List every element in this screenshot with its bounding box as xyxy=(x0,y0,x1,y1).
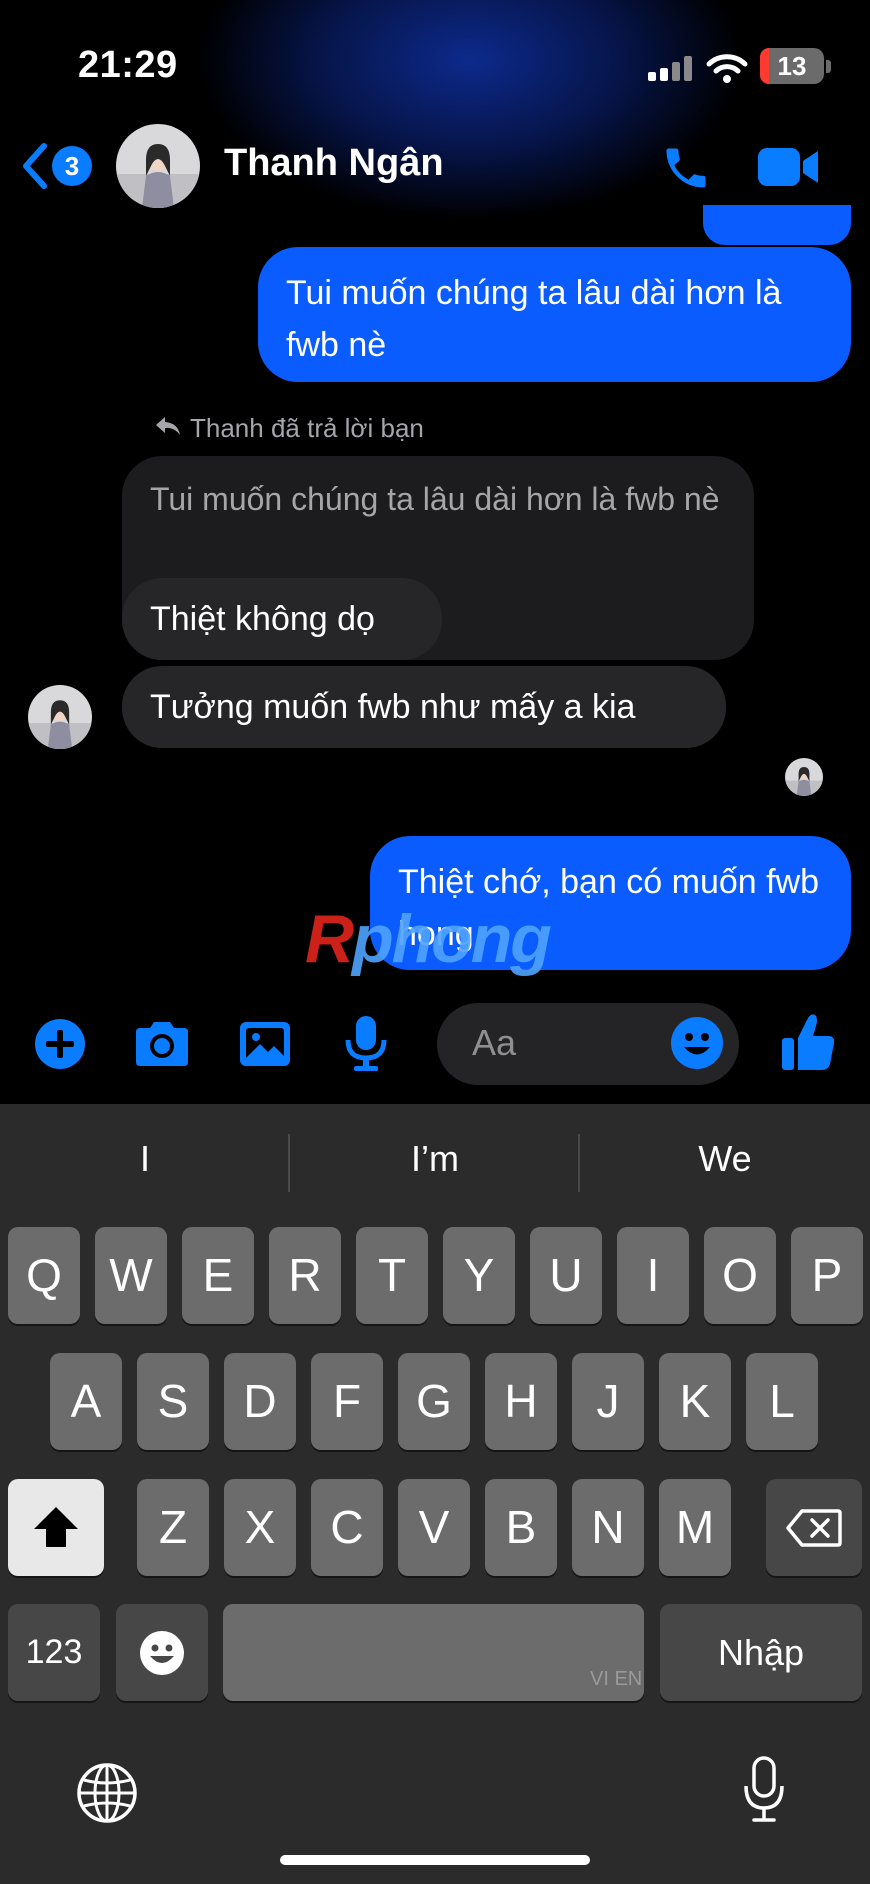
shift-key[interactable] xyxy=(8,1479,104,1576)
message-bubble-incoming[interactable]: Tưởng muốn fwb như mấy a kia xyxy=(122,666,726,748)
key-l[interactable]: L xyxy=(746,1353,818,1450)
key-y[interactable]: Y xyxy=(443,1227,515,1324)
unread-badge[interactable]: 3 xyxy=(52,146,92,186)
suggestion-2[interactable]: I’m xyxy=(315,1138,555,1180)
key-k[interactable]: K xyxy=(659,1353,731,1450)
key-s[interactable]: S xyxy=(137,1353,209,1450)
backspace-key[interactable] xyxy=(766,1479,862,1576)
message-input-placeholder[interactable]: Aa xyxy=(472,1022,516,1064)
key-x[interactable]: X xyxy=(224,1479,296,1576)
numbers-key[interactable]: 123 xyxy=(8,1604,100,1701)
key-d[interactable]: D xyxy=(224,1353,296,1450)
key-n[interactable]: N xyxy=(572,1479,644,1576)
key-j[interactable]: J xyxy=(572,1353,644,1450)
emoji-keyboard-icon xyxy=(140,1631,184,1675)
battery-nub xyxy=(826,60,831,73)
reply-arrow-icon xyxy=(156,417,180,435)
key-q[interactable]: Q xyxy=(8,1227,80,1324)
emoji-icon[interactable] xyxy=(670,1016,724,1070)
key-t[interactable]: T xyxy=(356,1227,428,1324)
thumbs-up-icon[interactable] xyxy=(780,1012,836,1072)
cellular-signal-icon xyxy=(648,56,692,81)
key-f[interactable]: F xyxy=(311,1353,383,1450)
back-chevron-icon[interactable] xyxy=(20,142,50,190)
globe-icon[interactable] xyxy=(76,1762,138,1824)
dictation-microphone-icon[interactable] xyxy=(742,1756,786,1824)
key-o[interactable]: O xyxy=(704,1227,776,1324)
previous-message-edge xyxy=(703,205,851,245)
contact-name[interactable]: Thanh Ngân xyxy=(224,142,444,185)
reply-note: Thanh đã trả lời bạn xyxy=(190,413,424,443)
key-z[interactable]: Z xyxy=(137,1479,209,1576)
key-e[interactable]: E xyxy=(182,1227,254,1324)
plus-icon[interactable] xyxy=(34,1018,86,1070)
message-bubble-incoming[interactable]: Thiệt không dọ xyxy=(122,578,442,660)
contact-avatar[interactable] xyxy=(116,124,200,208)
key-v[interactable]: V xyxy=(398,1479,470,1576)
backspace-icon xyxy=(786,1509,842,1547)
key-r[interactable]: R xyxy=(269,1227,341,1324)
key-b[interactable]: B xyxy=(485,1479,557,1576)
key-p[interactable]: P xyxy=(791,1227,863,1324)
battery-icon: 13 xyxy=(760,48,824,84)
space-key[interactable] xyxy=(223,1604,644,1701)
suggestion-1[interactable]: I xyxy=(25,1138,265,1180)
key-u[interactable]: U xyxy=(530,1227,602,1324)
key-c[interactable]: C xyxy=(311,1479,383,1576)
emoji-key[interactable] xyxy=(116,1604,208,1701)
phone-icon[interactable] xyxy=(660,142,712,194)
video-camera-icon[interactable] xyxy=(756,144,822,190)
camera-icon[interactable] xyxy=(132,1020,192,1068)
microphone-icon[interactable] xyxy=(344,1014,388,1072)
key-i[interactable]: I xyxy=(617,1227,689,1324)
shift-arrow-icon xyxy=(34,1507,78,1547)
suggestion-divider xyxy=(288,1134,290,1192)
battery-percent: 13 xyxy=(777,51,807,81)
watermark-logo: Rphong xyxy=(305,901,552,977)
key-g[interactable]: G xyxy=(398,1353,470,1450)
message-bubble-outgoing[interactable]: Tui muốn chúng ta lâu dài hơn là fwb nè xyxy=(258,247,851,382)
key-w[interactable]: W xyxy=(95,1227,167,1324)
suggestion-divider xyxy=(578,1134,580,1192)
suggestion-3[interactable]: We xyxy=(605,1138,845,1180)
gallery-icon[interactable] xyxy=(238,1020,292,1068)
return-key[interactable]: Nhập xyxy=(660,1604,862,1701)
key-m[interactable]: M xyxy=(659,1479,731,1576)
sender-avatar[interactable] xyxy=(28,685,92,749)
seen-indicator-avatar xyxy=(785,758,823,796)
status-time: 21:29 xyxy=(78,44,178,86)
wifi-icon xyxy=(706,54,748,83)
space-language-label: VI EN xyxy=(590,1668,643,1690)
key-a[interactable]: A xyxy=(50,1353,122,1450)
key-h[interactable]: H xyxy=(485,1353,557,1450)
home-indicator[interactable] xyxy=(280,1855,590,1865)
